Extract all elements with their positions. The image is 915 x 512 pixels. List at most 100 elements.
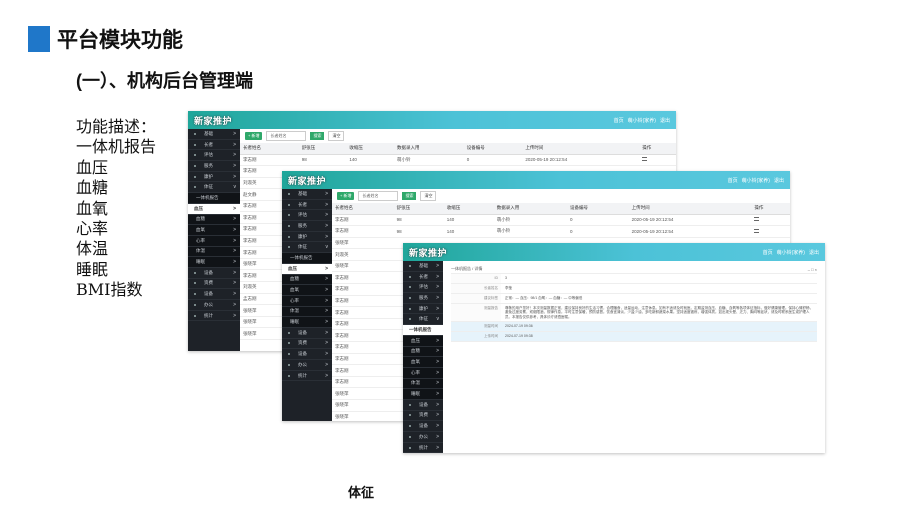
sidebar-item[interactable]: 血压 > <box>282 263 332 275</box>
sidebar-item[interactable]: 体温 > <box>188 246 240 258</box>
sidebar-item[interactable]: 体征 v <box>282 242 332 254</box>
sidebar-item[interactable]: 资费 > <box>188 279 240 290</box>
elder-select[interactable]: 长者姓名 <box>358 191 399 201</box>
sidebar-item[interactable]: 血糖 > <box>403 346 443 358</box>
sidebar-item-label: 服务 <box>419 294 428 300</box>
sidebar-item[interactable]: 基础 > <box>282 189 332 200</box>
sidebar-item-label: 血氧 <box>411 359 420 365</box>
table-row[interactable]: 李志刚 98 140 萌小铃 0 2020-05-19 20:12:54 <box>332 214 790 227</box>
sidebar-item[interactable]: 体征 v <box>403 314 443 326</box>
sidebar-item[interactable]: 服务 > <box>188 161 240 172</box>
close-icon[interactable]: × <box>815 267 817 272</box>
table-row[interactable]: 李志刚 98 140 萌小铃 0 2020-05-19 20:12:54 <box>240 154 676 167</box>
menu-bullet-icon <box>194 132 196 135</box>
sidebar-item[interactable]: 血压 > <box>188 203 240 215</box>
sidebar-item[interactable]: 办公 > <box>188 300 240 311</box>
sidebar-item[interactable]: 长者 > <box>282 200 332 211</box>
sidebar-item[interactable]: 心率 > <box>403 367 443 379</box>
table-cell: 98 <box>298 154 347 167</box>
sidebar-item[interactable]: 一体机报告 <box>282 253 332 264</box>
sidebar-item[interactable]: 统计 > <box>282 371 332 382</box>
sidebar-item[interactable]: 基础 > <box>403 261 443 272</box>
menu-bullet-icon <box>194 314 196 317</box>
detail-value: 尊敬的用户您好！本次测量数据正常，建议保持良好的生活习惯，合理膳食，适量运动，注… <box>505 305 813 319</box>
logout-link[interactable]: 退出 <box>809 249 819 256</box>
chevron-right-icon: > <box>436 401 439 408</box>
sidebar-item[interactable]: 统计 > <box>188 311 240 322</box>
elder-select[interactable]: 长者姓名 <box>266 131 307 141</box>
sidebar-item[interactable]: 办公 > <box>403 432 443 443</box>
chevron-right-icon: > <box>233 237 236 244</box>
sidebar-item[interactable]: 设备 > <box>282 349 332 360</box>
user-link[interactable]: 萌小铃(家养) <box>628 117 656 124</box>
sidebar-item[interactable]: 血氧 > <box>282 285 332 296</box>
search-button[interactable]: 搜索 <box>310 132 325 140</box>
clear-button[interactable]: 清空 <box>420 191 437 201</box>
chevron-right-icon: > <box>233 173 236 180</box>
sidebar-item[interactable]: 资费 > <box>403 411 443 422</box>
sidebar-item[interactable]: 服务 > <box>403 293 443 304</box>
sidebar-item[interactable]: 康护 > <box>188 172 240 183</box>
sidebar-item[interactable]: 血压 > <box>403 335 443 347</box>
sidebar-item[interactable]: 血氧 > <box>188 225 240 236</box>
logout-link[interactable]: 退出 <box>660 117 670 124</box>
sidebar-item[interactable]: 资费 > <box>282 339 332 350</box>
clear-button[interactable]: 清空 <box>328 131 345 141</box>
home-link[interactable]: 首页 <box>763 249 773 256</box>
home-link[interactable]: 首页 <box>728 177 738 184</box>
sidebar-item[interactable]: 一体机报告 <box>403 325 443 336</box>
sidebar-item-label: 血氧 <box>290 287 299 293</box>
user-link[interactable]: 萌小铃(家养) <box>777 249 805 256</box>
sidebar-item[interactable]: 睡眠 > <box>188 257 240 268</box>
sidebar-item[interactable]: 康护 > <box>403 304 443 315</box>
sidebar-item[interactable]: 长者 > <box>188 140 240 151</box>
sidebar-item[interactable]: 血氧 > <box>403 357 443 368</box>
detail-row: ID 3 <box>451 274 817 284</box>
sidebar-item[interactable]: 办公 > <box>282 360 332 371</box>
add-button[interactable]: + 新增 <box>337 192 355 200</box>
user-link[interactable]: 萌小铃(家养) <box>742 177 770 184</box>
sidebar-item[interactable]: 长者 > <box>403 272 443 283</box>
table-cell: 0 <box>567 225 629 238</box>
menu-bullet-icon <box>409 403 411 406</box>
home-link[interactable]: 首页 <box>614 117 624 124</box>
sidebar-item[interactable]: 一体机报告 <box>188 193 240 204</box>
sidebar-item[interactable]: 体温 > <box>403 378 443 390</box>
sidebar-item[interactable]: 血糖 > <box>282 274 332 286</box>
sidebar-item[interactable]: 体征 v <box>188 182 240 194</box>
menu-bullet-icon <box>288 353 290 356</box>
menu-icon[interactable] <box>642 157 648 162</box>
add-button[interactable]: + 新增 <box>245 132 263 140</box>
sidebar-item[interactable]: 体温 > <box>282 306 332 318</box>
sidebar-item[interactable]: 基础 > <box>188 129 240 140</box>
sidebar-item[interactable]: 康护 > <box>282 232 332 243</box>
sidebar-item[interactable]: 设备 > <box>403 421 443 432</box>
table-cell <box>751 225 790 238</box>
menu-icon[interactable] <box>754 217 760 222</box>
menu-bullet-icon <box>288 214 290 217</box>
search-button[interactable]: 搜索 <box>402 192 417 200</box>
column-header: 设备编号 <box>567 203 629 215</box>
detail-value: 2024-07-19 09:36 <box>501 322 817 332</box>
sidebar-item-label: 资费 <box>298 340 307 346</box>
sidebar-item[interactable]: 睡眠 > <box>403 389 443 400</box>
sidebar-item[interactable]: 评估 > <box>188 150 240 162</box>
sidebar-item[interactable]: 统计 > <box>403 443 443 453</box>
maximize-icon[interactable]: □ <box>811 267 813 272</box>
sidebar-item[interactable]: 设备 > <box>403 400 443 411</box>
column-header: 数据录入用 <box>493 203 567 215</box>
minimize-icon[interactable]: – <box>808 267 810 272</box>
sidebar-item[interactable]: 设备 > <box>282 328 332 339</box>
logout-link[interactable]: 退出 <box>774 177 784 184</box>
sidebar-item[interactable]: 服务 > <box>282 221 332 232</box>
table-row[interactable]: 李志刚 98 140 萌小铃 0 2020-05-19 20:12:54 <box>332 225 790 238</box>
menu-icon[interactable] <box>754 228 760 233</box>
sidebar-item[interactable]: 血糖 > <box>188 214 240 226</box>
sidebar-item[interactable]: 设备 > <box>188 289 240 300</box>
sidebar-item[interactable]: 评估 > <box>403 282 443 294</box>
sidebar-item[interactable]: 设备 > <box>188 268 240 279</box>
sidebar-item[interactable]: 心率 > <box>282 295 332 307</box>
sidebar-item[interactable]: 睡眠 > <box>282 317 332 328</box>
sidebar-item[interactable]: 心率 > <box>188 235 240 247</box>
sidebar-item[interactable]: 评估 > <box>282 210 332 222</box>
